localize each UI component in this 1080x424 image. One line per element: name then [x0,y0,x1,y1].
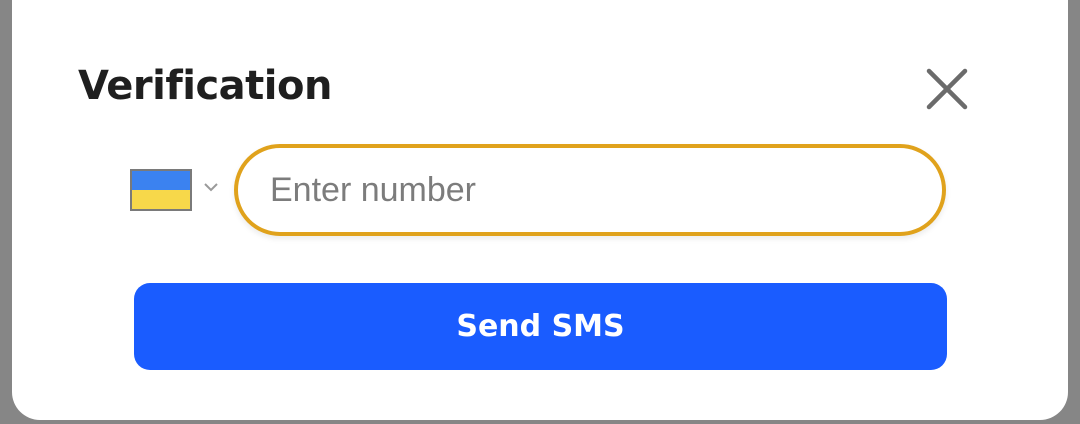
dialog-title: Verification [78,63,332,109]
close-icon [926,68,968,110]
ukraine-flag-icon [130,169,192,211]
flag-yellow-stripe [132,190,190,209]
close-button[interactable] [922,64,972,114]
country-selector[interactable] [130,166,224,216]
verification-dialog: Verification Send SMS [12,0,1068,420]
flag-blue-stripe [132,171,190,190]
send-sms-button[interactable]: Send SMS [134,283,947,370]
chevron-down-icon [204,183,218,192]
phone-number-input[interactable] [234,144,946,236]
